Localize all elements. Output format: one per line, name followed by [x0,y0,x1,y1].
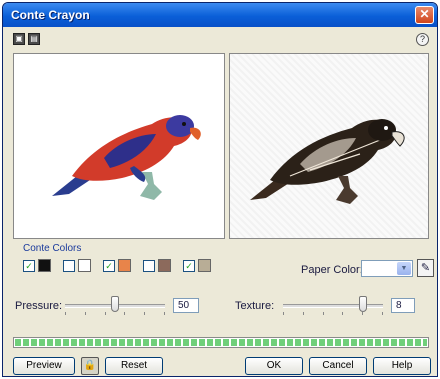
lock-icon[interactable]: 🔒 [81,357,99,375]
color-swatch[interactable] [158,259,171,272]
paper-color-dropdown[interactable]: ▼ [361,260,413,277]
swatch-item[interactable]: ✓ [183,259,211,272]
pressure-ticks [65,312,165,316]
parrot-crayon-image [250,119,405,204]
ok-button[interactable]: OK [245,357,303,375]
window-title: Conte Crayon [11,8,90,22]
swatch-checkbox[interactable]: ✓ [103,259,115,272]
paper-color-label: Paper Color: [301,264,363,276]
swatch-checkbox[interactable]: ✓ [183,259,195,272]
texture-value-input[interactable]: 8 [391,298,415,313]
conte-colors-label: Conte Colors [23,243,82,254]
close-button[interactable]: ✕ [415,6,434,24]
pressure-label: Pressure: [15,300,63,312]
cancel-button[interactable]: Cancel [309,357,367,375]
texture-slider-track[interactable] [283,304,383,308]
help-button[interactable]: Help [373,357,431,375]
swatch-checkbox[interactable] [63,259,75,272]
progress-bar [13,337,429,348]
chevron-down-icon[interactable]: ▼ [397,262,411,275]
pressure-value-input[interactable]: 50 [173,298,199,313]
eyedropper-icon[interactable]: ✎ [417,259,434,277]
texture-ticks [283,312,383,316]
help-icon[interactable]: ? [416,33,429,46]
texture-slider-thumb[interactable] [359,296,367,312]
single-view-icon[interactable]: ▣ [13,33,25,45]
color-swatch[interactable] [118,259,131,272]
swatch-checkbox[interactable]: ✓ [23,259,35,272]
dialog-window: Conte Crayon ✕ ▣ ▤ ? Conte Colors ✓ ✓ ✓ … [2,2,438,377]
split-view-icon[interactable]: ▤ [28,33,40,45]
swatch-item[interactable] [63,259,91,272]
swatch-item[interactable]: ✓ [23,259,51,272]
original-preview[interactable] [13,53,225,239]
effect-preview[interactable] [229,53,429,239]
pressure-slider-thumb[interactable] [111,296,119,312]
reset-button[interactable]: Reset [105,357,163,375]
progress-fill [15,339,427,346]
parrot-original-image [52,115,201,200]
conte-colors-row: ✓ ✓ ✓ [23,259,223,272]
color-swatch[interactable] [78,259,91,272]
title-bar[interactable]: Conte Crayon ✕ [3,3,437,27]
color-swatch[interactable] [38,259,51,272]
color-swatch[interactable] [198,259,211,272]
view-toolbar: ▣ ▤ [13,33,40,47]
swatch-item[interactable] [143,259,171,272]
swatch-checkbox[interactable] [143,259,155,272]
preview-button[interactable]: Preview [13,357,75,375]
swatch-item[interactable]: ✓ [103,259,131,272]
texture-label: Texture: [235,300,275,312]
